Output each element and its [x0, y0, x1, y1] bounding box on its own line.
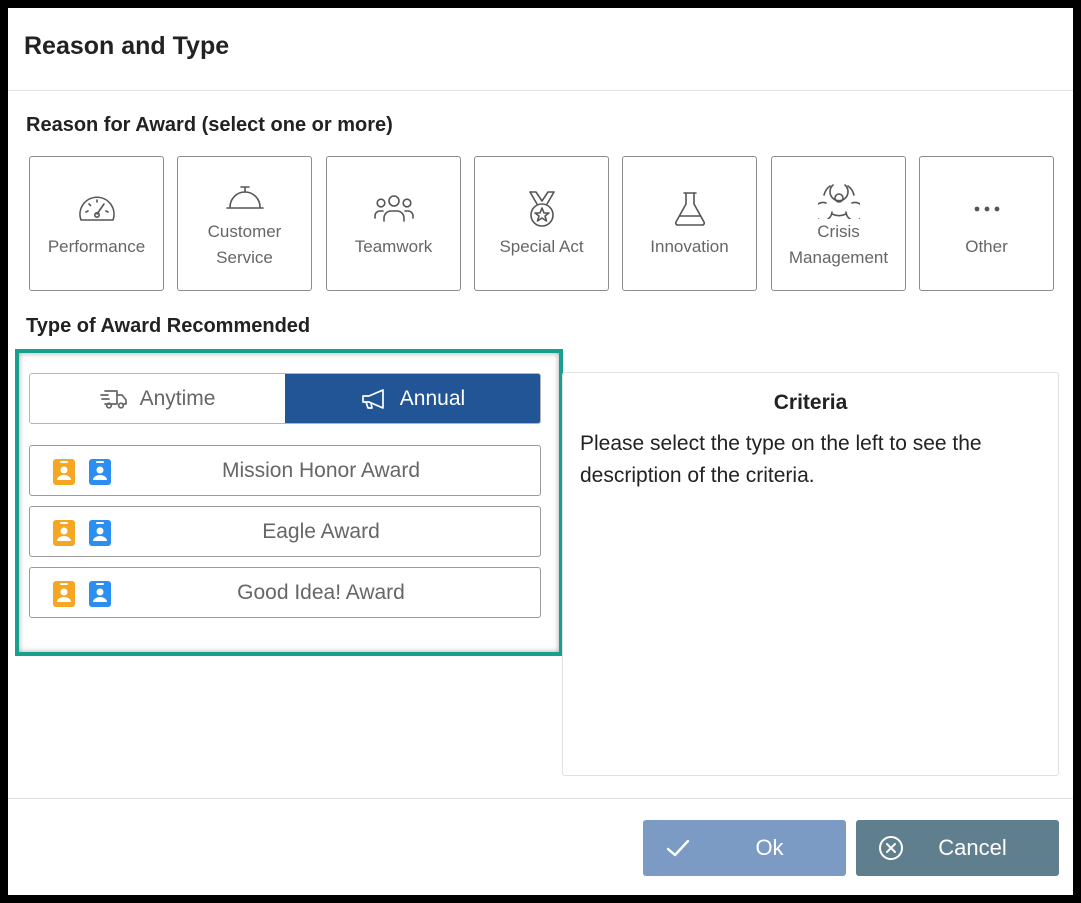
award-option-good-idea[interactable]: Good Idea! Award [29, 567, 541, 618]
toggle-anytime[interactable]: Anytime [30, 374, 285, 423]
medal-icon [528, 190, 555, 227]
reason-label-customer-service: Customer Service [207, 221, 282, 267]
reason-section-label: Reason for Award (select one or more) [26, 114, 393, 136]
toggle-annual-label: Annual [399, 386, 466, 410]
reason-card-teamwork[interactable]: Teamwork [326, 156, 461, 291]
reason-label-teamwork: Teamwork [354, 236, 433, 256]
award-name: Good Idea! Award [237, 581, 405, 604]
award-period-toggle: Anytime Annual [29, 373, 541, 424]
gauge-icon [78, 196, 115, 221]
service-bell-icon [225, 185, 264, 209]
delivery-truck-icon [99, 389, 127, 409]
footer-divider [8, 798, 1073, 799]
reason-label-crisis-management: Crisis Management [788, 221, 889, 267]
award-option-eagle[interactable]: Eagle Award [29, 506, 541, 557]
criteria-panel: Criteria Please select the type on the l… [562, 372, 1059, 776]
award-name: Mission Honor Award [221, 459, 421, 482]
reason-label-special-act: Special Act [499, 236, 584, 256]
type-section-label: Type of Award Recommended [26, 315, 311, 337]
reason-card-special-act[interactable]: Special Act [474, 156, 609, 291]
ok-button[interactable]: Ok [643, 820, 846, 876]
criteria-description: Please select the type on the left to se… [580, 432, 982, 487]
ellipsis-icon [974, 206, 999, 211]
criteria-title: Criteria [773, 391, 848, 414]
checkmark-icon [666, 839, 690, 857]
flask-icon [674, 191, 705, 226]
reason-card-other[interactable]: Other [919, 156, 1054, 291]
reason-label-innovation: Innovation [650, 236, 729, 256]
award-name: Eagle Award [262, 520, 380, 543]
dialog-title: Reason and Type [24, 32, 230, 60]
toggle-annual[interactable]: Annual [285, 374, 540, 423]
reason-label-other: Other [965, 236, 1008, 256]
reason-and-type-dialog: Reason and Type Reason for Award (select… [8, 8, 1073, 895]
cancel-button[interactable]: Cancel [856, 820, 1059, 876]
reason-card-crisis-management[interactable]: Crisis Management [771, 156, 906, 291]
reason-card-customer-service[interactable]: Customer Service [177, 156, 312, 291]
award-type-panel: Anytime Annual Mission Honor Award Eagle… [15, 349, 563, 656]
cancel-button-label: Cancel [938, 835, 1007, 860]
ok-button-label: Ok [755, 835, 784, 860]
award-option-mission-honor[interactable]: Mission Honor Award [29, 445, 541, 496]
people-group-icon [373, 194, 414, 222]
reason-card-performance[interactable]: Performance [29, 156, 164, 291]
biohazard-icon [817, 183, 860, 219]
title-divider [8, 90, 1073, 91]
reason-card-innovation[interactable]: Innovation [622, 156, 757, 291]
megaphone-icon [361, 388, 384, 409]
reason-label-performance: Performance [47, 236, 146, 256]
toggle-anytime-label: Anytime [139, 386, 216, 410]
